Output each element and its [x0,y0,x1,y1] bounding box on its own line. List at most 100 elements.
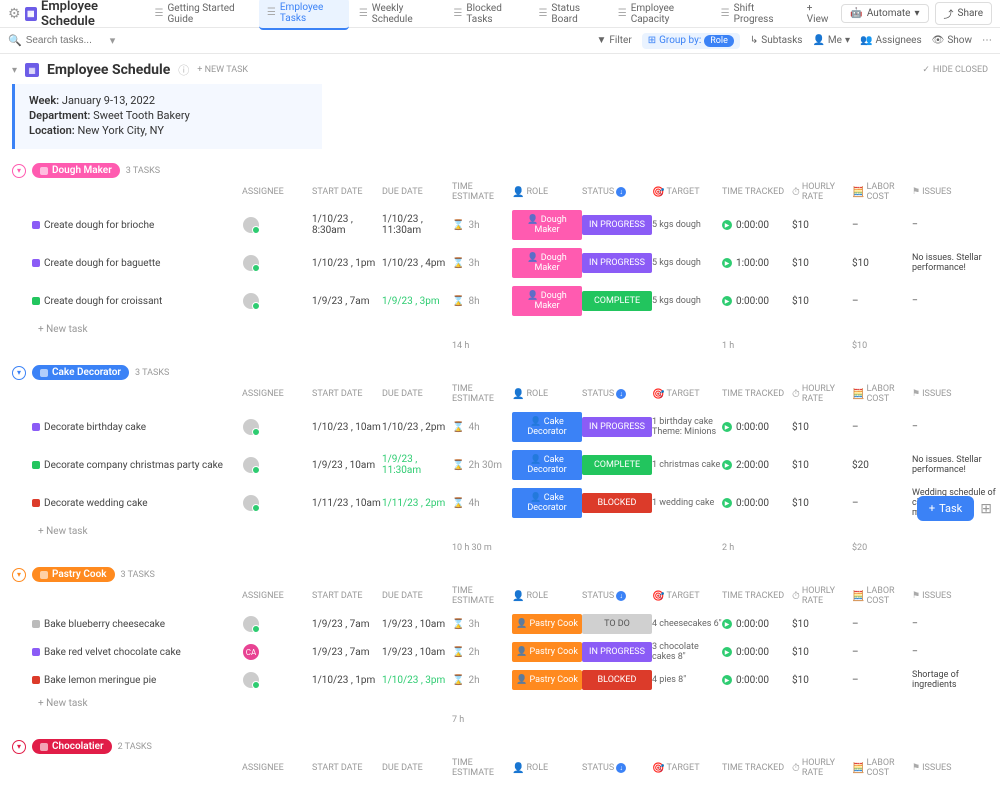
col-status[interactable]: STATUS ↓ [582,389,652,399]
time-tracked[interactable]: ▶1:00:00 [722,258,792,269]
play-icon[interactable]: ▶ [722,675,732,685]
task-row[interactable]: Decorate wedding cake 1/11/23 , 10am 1/1… [12,484,988,522]
new-task-button[interactable]: + NEW TASK [197,65,248,75]
col-estimate[interactable]: TIME ESTIMATE [452,182,512,202]
subtasks-button[interactable]: ↳Subtasks [750,35,803,46]
col-labor[interactable]: 🧮 LABOR COST [852,586,912,606]
status-square-icon[interactable] [32,461,40,469]
col-estimate[interactable]: TIME ESTIMATE [452,384,512,404]
apps-icon[interactable]: ⊞ [980,501,992,517]
col-assignee[interactable]: ASSIGNEE [242,591,312,601]
col-due[interactable]: DUE DATE [382,591,452,601]
col-status[interactable]: STATUS ↓ [582,187,652,197]
play-icon[interactable]: ▶ [722,619,732,629]
time-tracked[interactable]: ▶0:00:00 [722,675,792,686]
col-target[interactable]: 🎯 TARGET [652,763,722,774]
col-due[interactable]: DUE DATE [382,389,452,399]
status-chip[interactable]: IN PROGRESS [582,253,652,273]
play-icon[interactable]: ▶ [722,422,732,432]
time-tracked[interactable]: ▶0:00:00 [722,422,792,433]
new-task-row[interactable]: + New task [12,522,988,541]
col-tracked[interactable]: TIME TRACKED [722,389,792,399]
task-row[interactable]: Bake red velvet chocolate cake CA 1/9/23… [12,638,988,666]
info-icon[interactable]: ⓘ [178,62,189,78]
search-box[interactable]: 🔍 ▾ [8,34,596,47]
group-pill[interactable]: Dough Maker [32,163,120,178]
show-button[interactable]: 👁Show [932,35,972,46]
col-role[interactable]: 👤 ROLE [512,389,582,400]
col-issues[interactable]: ⚑ ISSUES [912,187,1000,197]
view-tab-blocked-tasks[interactable]: ☰Blocked Tasks [445,0,528,30]
status-square-icon[interactable] [32,620,40,628]
time-tracked[interactable]: ▶0:00:00 [722,296,792,307]
col-start[interactable]: START DATE [312,591,382,601]
col-assignee[interactable]: ASSIGNEE [242,187,312,197]
task-row[interactable]: Create dough for brioche 1/10/23 , 8:30a… [12,206,988,244]
col-due[interactable]: DUE DATE [382,763,452,773]
col-due[interactable]: DUE DATE [382,187,452,197]
new-task-row[interactable]: + New task [12,320,988,339]
col-tracked[interactable]: TIME TRACKED [722,187,792,197]
collapse-group-icon[interactable]: ▾ [12,164,26,178]
col-target[interactable]: 🎯 TARGET [652,591,722,602]
col-role[interactable]: 👤 ROLE [512,763,582,774]
play-icon[interactable]: ▶ [722,647,732,657]
status-chip[interactable]: IN PROGRESS [582,215,652,235]
new-task-fab[interactable]: + Task [917,496,974,521]
collapse-group-icon[interactable]: ▾ [12,568,26,582]
group-pill[interactable]: Cake Decorator [32,365,129,380]
status-square-icon[interactable] [32,499,40,507]
me-mode-button[interactable]: 👤Me ▾ [812,35,850,46]
col-issues[interactable]: ⚑ ISSUES [912,389,1000,399]
task-row[interactable]: Bake lemon meringue pie 1/10/23 , 1pm 1/… [12,666,988,694]
collapse-list-icon[interactable]: ▾ [12,65,17,76]
col-role[interactable]: 👤 ROLE [512,591,582,602]
task-row[interactable]: Create dough for baguette 1/10/23 , 1pm … [12,244,988,282]
view-tab-weekly-schedule[interactable]: ☰Weekly Schedule [351,0,444,30]
col-labor[interactable]: 🧮 LABOR COST [852,182,912,202]
status-chip[interactable]: IN PROGRESS [582,417,652,437]
task-row[interactable]: Create dough for croissant 1/9/23 , 7am … [12,282,988,320]
task-row[interactable]: Bake blueberry cheesecake 1/9/23 , 7am 1… [12,610,988,638]
status-square-icon[interactable] [32,648,40,656]
col-start[interactable]: START DATE [312,187,382,197]
play-icon[interactable]: ▶ [722,296,732,306]
avatar[interactable]: CA [242,643,260,661]
gear-icon[interactable]: ⚙ [8,6,21,22]
play-icon[interactable]: ▶ [722,258,732,268]
status-chip[interactable]: COMPLETE [582,455,652,475]
group-pill[interactable]: Chocolatier [32,739,112,754]
view-tab-shift-progress[interactable]: ☰Shift Progress [713,0,795,30]
avatar[interactable] [242,671,260,689]
avatar[interactable] [242,292,260,310]
col-estimate[interactable]: TIME ESTIMATE [452,586,512,606]
status-chip[interactable]: TO DO [582,614,652,634]
status-square-icon[interactable] [32,676,40,684]
play-icon[interactable]: ▶ [722,460,732,470]
col-status[interactable]: STATUS ↓ [582,591,652,601]
collapse-group-icon[interactable]: ▾ [12,740,26,754]
col-start[interactable]: START DATE [312,389,382,399]
time-tracked[interactable]: ▶0:00:00 [722,647,792,658]
time-tracked[interactable]: ▶2:00:00 [722,460,792,471]
col-issues[interactable]: ⚑ ISSUES [912,763,1000,773]
col-role[interactable]: 👤 ROLE [512,187,582,198]
status-square-icon[interactable] [32,297,40,305]
col-hourly[interactable]: ⏱ HOURLY RATE [792,758,852,778]
play-icon[interactable]: ▶ [722,498,732,508]
task-row[interactable]: Decorate birthday cake 1/10/23 , 10am 1/… [12,408,988,446]
status-chip[interactable]: IN PROGRESS [582,642,652,662]
avatar[interactable] [242,418,260,436]
view-tab-getting-started-guide[interactable]: ☰Getting Started Guide [147,0,257,30]
time-tracked[interactable]: ▶0:00:00 [722,498,792,509]
avatar[interactable] [242,254,260,272]
time-tracked[interactable]: ▶0:00:00 [722,220,792,231]
col-labor[interactable]: 🧮 LABOR COST [852,758,912,778]
col-tracked[interactable]: TIME TRACKED [722,763,792,773]
task-row[interactable]: Decorate company christmas party cake 1/… [12,446,988,484]
col-target[interactable]: 🎯 TARGET [652,389,722,400]
col-assignee[interactable]: ASSIGNEE [242,389,312,399]
view-tab-employee-tasks[interactable]: ☰Employee Tasks [259,0,349,30]
col-estimate[interactable]: TIME ESTIMATE [452,758,512,778]
filter-button[interactable]: ▼Filter [596,35,631,46]
